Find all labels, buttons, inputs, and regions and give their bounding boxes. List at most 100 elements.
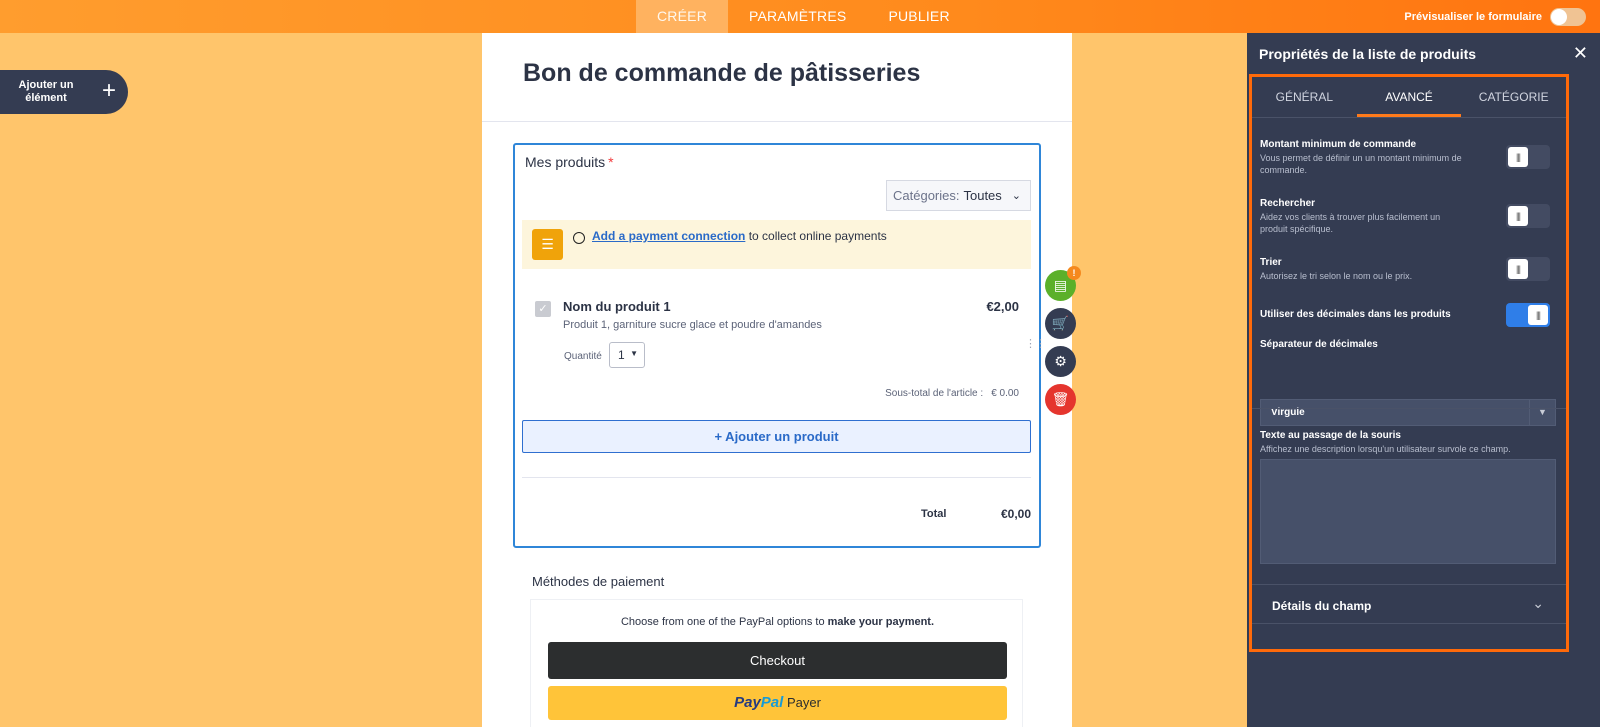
- category-value: Toutes: [963, 188, 1002, 203]
- option-search: Rechercher Aidez vos clients à trouver p…: [1260, 198, 1550, 235]
- option-sort: Trier Autorisez le tri selon le nom ou l…: [1260, 257, 1550, 282]
- checklist-icon: ☰: [532, 229, 563, 260]
- toggle-knob: |||: [1528, 305, 1548, 325]
- separator-title: Séparateur de décimales: [1260, 339, 1378, 350]
- warning-badge: !: [1067, 266, 1081, 280]
- tab-general[interactable]: GÉNÉRAL: [1252, 77, 1357, 117]
- field-divider: [522, 477, 1031, 478]
- product-description: Produit 1, garniture sucre glace et poud…: [563, 319, 822, 331]
- top-tabs: CRÉER PARAMÈTRES PUBLIER: [636, 0, 971, 33]
- add-product-button[interactable]: + Ajouter un produit: [522, 420, 1031, 453]
- option-description: Aidez vos clients à trouver plus facilem…: [1260, 212, 1441, 234]
- chevron-down-icon[interactable]: ⌄: [1532, 595, 1544, 612]
- form-divider: [482, 121, 1072, 122]
- tooltip-title: Texte au passage de la souris: [1260, 430, 1401, 441]
- panel-content-frame: GÉNÉRAL AVANCÉ CATÉGORIE Montant minimum…: [1249, 74, 1569, 652]
- quantity-select[interactable]: 1 ▼: [609, 342, 645, 368]
- subtotal-label: Sous-total de l'article :: [885, 388, 984, 399]
- category-prefix: Catégories:: [893, 188, 960, 203]
- tab-categorie[interactable]: CATÉGORIE: [1461, 77, 1566, 117]
- decimals-toggle[interactable]: |||: [1506, 303, 1550, 327]
- top-bar: CRÉER PARAMÈTRES PUBLIER Prévisualiser l…: [0, 0, 1600, 33]
- preview-toggle[interactable]: [1550, 7, 1586, 26]
- required-mark: *: [608, 154, 614, 170]
- paypal-logo-pay: Pay: [734, 694, 761, 711]
- add-element-button[interactable]: Ajouter un élément +: [0, 70, 128, 114]
- settings-button[interactable]: ⚙: [1045, 346, 1076, 377]
- paypal-logo: PayPal: [734, 694, 783, 711]
- quantity-label: Quantité: [564, 351, 602, 362]
- tab-creer[interactable]: CRÉER: [636, 0, 729, 33]
- product-name: Nom du produit 1: [563, 299, 671, 314]
- trash-icon: 🗑: [1051, 391, 1070, 407]
- panel-title: Propriétés de la liste de produits: [1259, 46, 1477, 62]
- drag-handle-icon[interactable]: ⋮⋮: [1025, 339, 1046, 350]
- decimal-separator-select[interactable]: Virgule ▼: [1260, 399, 1556, 426]
- paypal-intro-text: Choose from one of the PayPal options to: [620, 616, 825, 628]
- preview-label: Prévisualiser le formulaire: [1404, 10, 1542, 23]
- panel-divider: [1252, 623, 1566, 624]
- product-checkbox[interactable]: ✓: [535, 301, 551, 317]
- cart-button[interactable]: 🛒: [1045, 308, 1076, 339]
- toggle-knob: |||: [1508, 147, 1528, 167]
- paypal-pay-label: Payer: [786, 695, 821, 710]
- payment-connection-link[interactable]: Add a payment connection: [592, 229, 745, 243]
- cart-icon: 🛒: [1051, 315, 1070, 331]
- field-label-text: Mes produits: [525, 154, 606, 170]
- form-title[interactable]: Bon de commande de pâtisseries: [523, 59, 920, 88]
- option-separator: Séparateur de décimales: [1260, 339, 1550, 350]
- checkout-button[interactable]: Checkout: [548, 642, 1007, 679]
- sort-toggle[interactable]: |||: [1506, 257, 1550, 281]
- field-details-toggle[interactable]: Détails du champ: [1272, 599, 1371, 613]
- product-item: ✓ Nom du produit 1 Produit 1, garniture …: [515, 275, 1046, 405]
- tab-publier[interactable]: PUBLIER: [867, 0, 970, 33]
- add-element-label: Ajouter un élément: [18, 79, 74, 104]
- option-minimum-order: Montant minimum de commande Vous permet …: [1260, 139, 1550, 176]
- paypal-logo-pal: Pal: [760, 694, 784, 711]
- gear-icon: ⚙: [1054, 353, 1067, 369]
- item-subtotal: Sous-total de l'article : € 0.00: [877, 388, 1019, 399]
- toggle-knob: |||: [1508, 206, 1528, 226]
- option-description: Autorisez le tri selon le nom ou le prix…: [1260, 271, 1413, 281]
- panel-tabs: GÉNÉRAL AVANCÉ CATÉGORIE: [1252, 77, 1566, 118]
- option-description: Vous permet de définir un un montant min…: [1260, 153, 1462, 175]
- delete-button[interactable]: 🗑: [1045, 384, 1076, 415]
- product-list-field[interactable]: Mes produits * Catégories: Toutes ⌄ ☰ Add…: [513, 143, 1046, 548]
- tab-avance[interactable]: AVANCÉ: [1356, 77, 1462, 117]
- field-label[interactable]: Mes produits *: [525, 154, 614, 170]
- form-canvas: Bon de commande de pâtisseries Mes produ…: [482, 33, 1072, 727]
- payment-notice: ☰ Add a payment connection to collect on…: [522, 220, 1031, 269]
- chevron-down-icon: ⌄: [1011, 190, 1021, 202]
- option-tooltip: Texte au passage de la souris Affichez u…: [1260, 430, 1550, 455]
- chevron-down-icon: ▼: [630, 349, 638, 358]
- tooltip-textarea[interactable]: [1260, 459, 1556, 564]
- panel-divider: [1252, 408, 1566, 409]
- toggle-knob: |||: [1508, 259, 1528, 279]
- radio-circle-icon: [573, 232, 585, 244]
- properties-panel: Propriétés de la liste de produits ✕ GÉN…: [1247, 33, 1600, 727]
- payment-methods-box: Choose from one of the PayPal options to…: [530, 599, 1023, 727]
- credit-card-icon: ▤: [1053, 277, 1068, 293]
- category-select[interactable]: Catégories: Toutes ⌄: [886, 180, 1031, 211]
- total-value: €0,00: [1000, 507, 1031, 521]
- option-decimals: Utiliser des décimales dans les produits…: [1260, 303, 1550, 327]
- quantity-value: 1: [618, 348, 625, 362]
- minimum-order-toggle[interactable]: |||: [1506, 145, 1550, 169]
- notice-text: Add a payment connection to collect onli…: [592, 229, 887, 243]
- paypal-intro: Choose from one of the PayPal options to…: [531, 616, 1024, 628]
- subtotal-value: € 0.00: [991, 388, 1019, 399]
- search-toggle[interactable]: |||: [1506, 204, 1550, 228]
- payment-methods-title: Méthodes de paiement: [532, 574, 665, 589]
- payment-card-button[interactable]: ▤ !: [1045, 266, 1081, 301]
- paypal-intro-bold: make your payment.: [827, 616, 935, 628]
- preview-toggle-group: Prévisualiser le formulaire: [1404, 0, 1586, 33]
- product-price: €2,00: [986, 299, 1019, 314]
- panel-divider: [1252, 584, 1566, 585]
- tab-parametres[interactable]: PARAMÈTRES: [728, 0, 867, 33]
- close-icon[interactable]: ✕: [1573, 43, 1588, 64]
- notice-suffix: to collect online payments: [748, 229, 887, 243]
- paypal-button[interactable]: PayPal Payer: [548, 686, 1007, 720]
- tooltip-description: Affichez une description lorsqu'un utili…: [1260, 444, 1511, 454]
- plus-icon: +: [101, 77, 116, 104]
- total-label: Total: [921, 508, 947, 520]
